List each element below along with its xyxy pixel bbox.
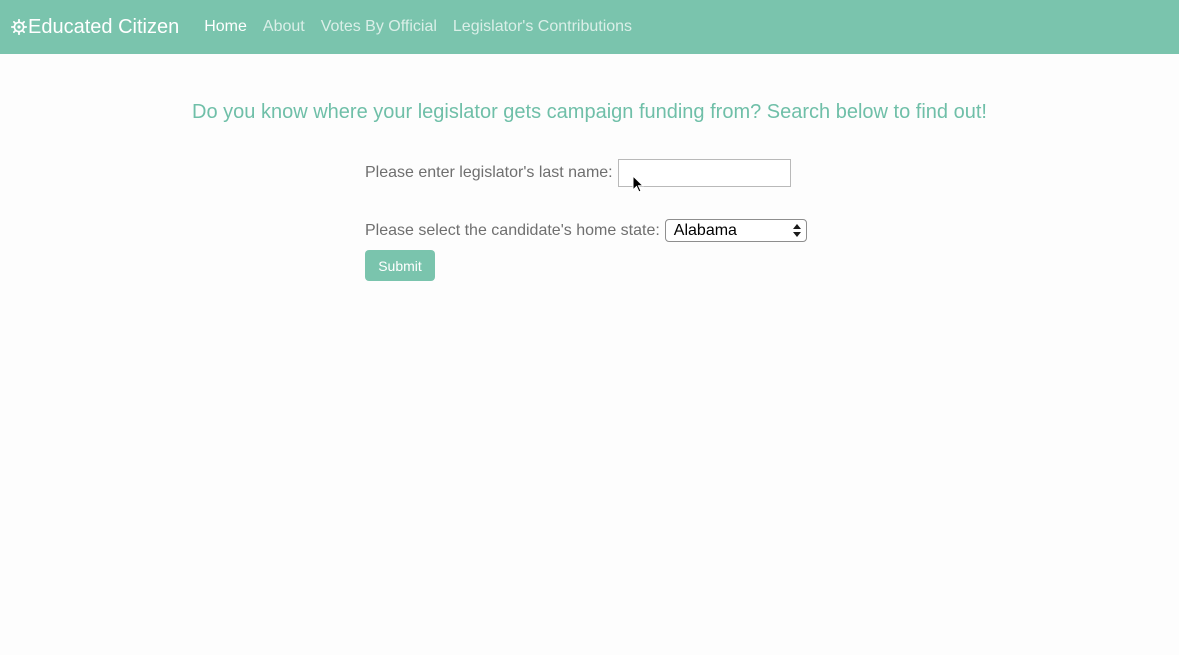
brand-label: Educated Citizen xyxy=(28,15,180,38)
top-navbar: Educated Citizen Home About Votes By Off… xyxy=(0,0,1179,54)
contribution-search-form: Please enter legislator's last name: Ple… xyxy=(365,158,807,281)
state-label: Please select the candidate's home state… xyxy=(365,221,660,239)
nav-links: Home About Votes By Official Legislator'… xyxy=(204,18,648,36)
state-row: Please select the candidate's home state… xyxy=(365,219,807,242)
select-arrows-icon xyxy=(792,224,801,237)
last-name-row: Please enter legislator's last name: xyxy=(365,158,807,188)
nav-link-votes-by-official[interactable]: Votes By Official xyxy=(321,18,437,36)
gear-icon xyxy=(11,19,27,35)
last-name-label: Please enter legislator's last name: xyxy=(365,164,613,181)
page-headline: Do you know where your legislator gets c… xyxy=(192,101,987,123)
mouse-pointer-icon xyxy=(632,175,644,193)
nav-link-about[interactable]: About xyxy=(263,18,305,36)
submit-button[interactable]: Submit xyxy=(365,250,435,281)
state-select-value: Alabama xyxy=(673,221,737,239)
nav-link-legislators-contributions[interactable]: Legislator's Contributions xyxy=(453,18,632,36)
state-select[interactable]: Alabama xyxy=(664,219,807,242)
nav-link-home[interactable]: Home xyxy=(204,18,247,36)
brand-link[interactable]: Educated Citizen xyxy=(11,16,179,39)
